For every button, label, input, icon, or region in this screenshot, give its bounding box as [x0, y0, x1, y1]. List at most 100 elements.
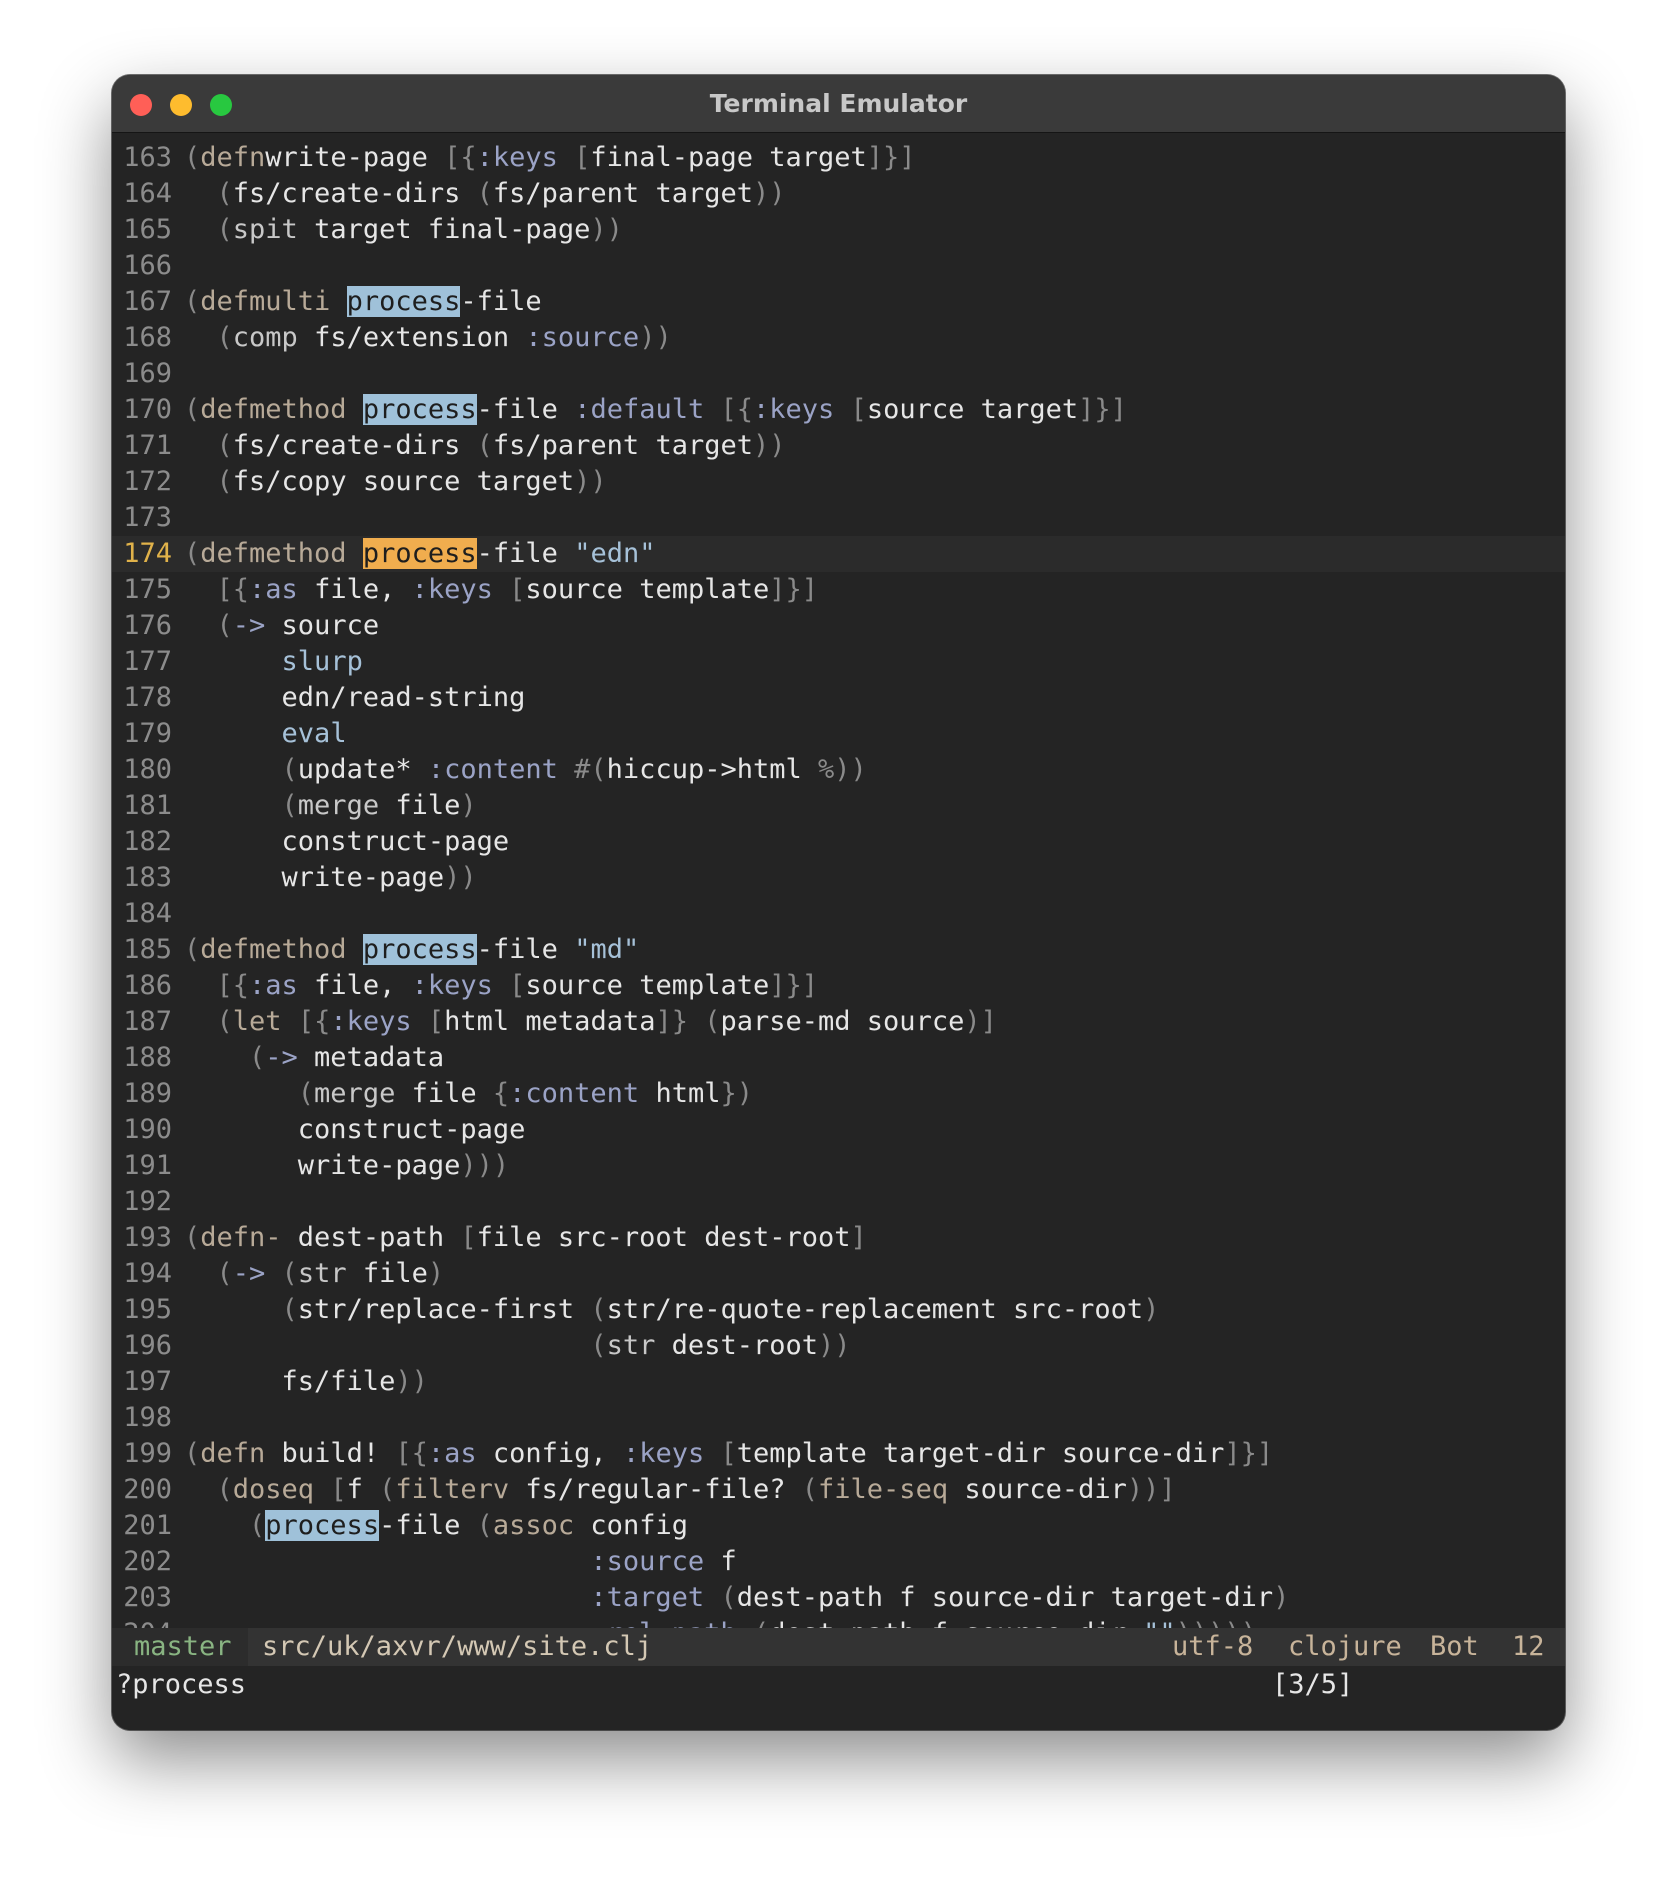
code-line[interactable]: 169	[112, 356, 1565, 392]
terminal-window: Terminal Emulator 163 (defnwrite-page [{:…	[112, 75, 1565, 1730]
code-line[interactable]: 163 (defnwrite-page [{:keys [final-page t…	[112, 140, 1565, 176]
code-line[interactable]: 196 (str dest-root))	[112, 1328, 1565, 1364]
code-line[interactable]: 199 (defn build! [{:as config, :keys [tem…	[112, 1436, 1565, 1472]
code-line[interactable]: 201 (process-file (assoc config	[112, 1508, 1565, 1544]
code-text: (merge file {:content html})	[184, 1078, 753, 1109]
code-text: (defmethod process-file :default [{:keys…	[184, 394, 1127, 425]
line-number: 183	[123, 862, 172, 893]
code-line[interactable]: 194 (-> (str file)	[112, 1256, 1565, 1292]
code-line[interactable]: 170 (defmethod process-file :default [{:k…	[112, 392, 1565, 428]
code-line[interactable]: 195 (str/replace-first (str/re-quote-rep…	[112, 1292, 1565, 1328]
code-line[interactable]: 177 slurp	[112, 644, 1565, 680]
code-line[interactable]: 168 (comp fs/extension :source))	[112, 320, 1565, 356]
code-token: ))	[752, 430, 786, 461]
code-token: (	[184, 1006, 233, 1037]
code-line[interactable]: 166	[112, 248, 1565, 284]
command-line[interactable]: ?process [3/5]	[112, 1666, 1565, 1704]
line-number: 198	[123, 1402, 172, 1433]
code-line-current[interactable]: 174 (defmethod process-file "edn"	[112, 536, 1565, 572]
line-number: 195	[123, 1294, 172, 1325]
code-token: :as	[249, 574, 298, 605]
code-line[interactable]: 183 write-page))	[112, 860, 1565, 896]
code-line[interactable]: 191 write-page)))	[112, 1148, 1565, 1184]
code-line[interactable]: 198	[112, 1400, 1565, 1436]
code-token: (	[184, 466, 233, 497]
code-token: :target	[590, 1582, 705, 1613]
code-text: (doseq [f (filterv fs/regular-file? (fil…	[184, 1474, 1176, 1505]
code-line[interactable]: 176 (-> source	[112, 608, 1565, 644]
line-number: 192	[123, 1186, 172, 1217]
code-token: #(	[557, 754, 607, 785]
code-line[interactable]: 186 [{:as file, :keys [source template]}…	[112, 968, 1565, 1004]
code-line[interactable]: 165 (spit target final-page))	[112, 212, 1565, 248]
code-line[interactable]: 172 (fs/copy source target))	[112, 464, 1565, 500]
editor-buffer[interactable]: 163 (defnwrite-page [{:keys [final-page t…	[112, 140, 1565, 1652]
code-line[interactable]: 180 (update* :content #(hiccup->html %))	[112, 752, 1565, 788]
line-number: 189	[123, 1078, 172, 1109]
code-line[interactable]: 188 (-> metadata	[112, 1040, 1565, 1076]
code-token: hiccup->html	[606, 754, 818, 785]
code-line[interactable]: 187 (let [{:keys [html metadata]} (parse…	[112, 1004, 1565, 1040]
code-line[interactable]: 175 [{:as file, :keys [source template]}…	[112, 572, 1565, 608]
code-token: (	[184, 214, 233, 245]
code-text: (defmethod process-file "md"	[184, 934, 639, 965]
code-line[interactable]: 197 fs/file))	[112, 1364, 1565, 1400]
line-number: 181	[123, 790, 172, 821]
line-number: 180	[123, 754, 172, 785]
window-title: Terminal Emulator	[709, 89, 968, 118]
code-line[interactable]: 189 (merge file {:content html})	[112, 1076, 1565, 1112]
code-token: spit	[232, 214, 298, 245]
code-token: str/replace-first	[297, 1294, 591, 1325]
code-token: source target	[866, 394, 1079, 425]
code-token: )]	[964, 1006, 997, 1037]
code-text: :target (dest-path f source-dir target-d…	[184, 1582, 1289, 1613]
code-token: dest-path f source-dir target-dir	[736, 1582, 1274, 1613]
code-token: (	[184, 142, 201, 173]
code-line[interactable]: 182 construct-page	[112, 824, 1565, 860]
code-line[interactable]: 185 (defmethod process-file "md"	[112, 932, 1565, 968]
code-token: write-page	[265, 142, 445, 173]
code-token: -file	[379, 1510, 477, 1541]
title-bar: Terminal Emulator	[112, 75, 1565, 133]
code-text: edn/read-string	[184, 682, 526, 713]
code-token: [{	[395, 1438, 428, 1469]
code-line[interactable]: 171 (fs/create-dirs (fs/parent target))	[112, 428, 1565, 464]
cursor-column: 12	[1512, 1631, 1545, 1662]
code-text: (fs/create-dirs (fs/parent target))	[184, 178, 786, 209]
code-line[interactable]: 200 (doseq [f (filterv fs/regular-file? …	[112, 1472, 1565, 1508]
code-token: dest-path	[281, 1222, 461, 1253]
code-line[interactable]: 193 (defn- dest-path [file src-root dest-…	[112, 1220, 1565, 1256]
line-number: 193	[123, 1222, 172, 1253]
file-type: clojure	[1288, 1631, 1402, 1662]
code-line[interactable]: 164 (fs/create-dirs (fs/parent target))	[112, 176, 1565, 212]
code-line[interactable]: 203 :target (dest-path f source-dir targ…	[112, 1580, 1565, 1616]
line-number: 191	[123, 1150, 172, 1181]
code-line[interactable]: 173	[112, 500, 1565, 536]
code-token: slurp	[281, 646, 363, 677]
code-line[interactable]: 202 :source f	[112, 1544, 1565, 1580]
code-token: (	[184, 1330, 607, 1361]
line-number: 190	[123, 1114, 172, 1145]
code-line[interactable]: 178 edn/read-string	[112, 680, 1565, 716]
code-line[interactable]: 192	[112, 1184, 1565, 1220]
code-token: source template	[525, 574, 770, 605]
code-line[interactable]: 167 (defmulti process-file	[112, 284, 1565, 320]
code-token: (	[184, 1294, 298, 1325]
line-number: 168	[123, 322, 172, 353]
line-number: 188	[123, 1042, 172, 1073]
line-number: 177	[123, 646, 172, 677]
code-token: ]}]	[769, 574, 819, 605]
code-line[interactable]: 190 construct-page	[112, 1112, 1565, 1148]
code-token: (	[184, 1474, 233, 1505]
code-line[interactable]: 181 (merge file)	[112, 788, 1565, 824]
code-token: (	[184, 754, 298, 785]
code-token: -file	[476, 538, 575, 569]
code-line[interactable]: 184	[112, 896, 1565, 932]
line-number: 165	[123, 214, 172, 245]
code-line[interactable]: 179 eval	[112, 716, 1565, 752]
code-token: (	[379, 1474, 396, 1505]
code-token: defmethod	[200, 538, 347, 569]
code-token: fs/file	[184, 1366, 396, 1397]
